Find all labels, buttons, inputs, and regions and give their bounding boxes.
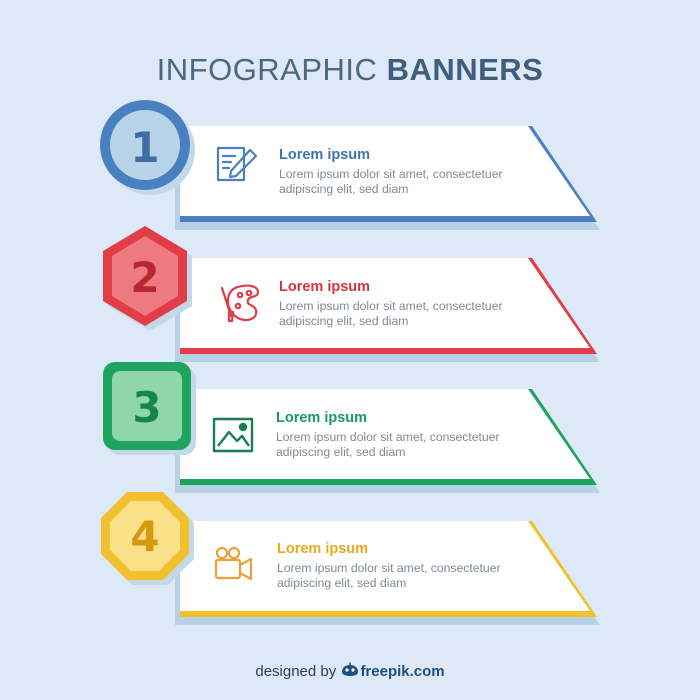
banner-4-text: Lorem ipsum Lorem ipsum dolor sit amet, … xyxy=(277,541,547,591)
designer-credit[interactable]: designed by freepik.com xyxy=(0,662,700,682)
credit-prefix: designed by xyxy=(255,663,337,680)
banner-3-body: Lorem ipsum dolor sit amet, consectetuer… xyxy=(276,430,500,459)
banners-graphic: 1 2 3 4 xyxy=(100,100,600,625)
banner-3-text: Lorem ipsum Lorem ipsum dolor sit amet, … xyxy=(276,410,546,460)
freepik-logo-icon xyxy=(340,662,360,682)
banner-4-body: Lorem ipsum dolor sit amet, consectetuer… xyxy=(277,561,501,590)
banner-2-heading: Lorem ipsum xyxy=(279,279,371,295)
badge-3-number: 3 xyxy=(132,383,161,432)
banner-1-text: Lorem ipsum Lorem ipsum dolor sit amet, … xyxy=(279,147,549,197)
badge-2-number: 2 xyxy=(130,253,159,302)
banner-3-heading: Lorem ipsum xyxy=(276,410,368,426)
badge-1-number: 1 xyxy=(130,123,159,172)
banner-2-text: Lorem ipsum Lorem ipsum dolor sit amet, … xyxy=(279,279,549,329)
banner-4-heading: Lorem ipsum xyxy=(277,541,369,557)
banner-2-body: Lorem ipsum dolor sit amet, consectetuer… xyxy=(279,299,503,328)
banner-1-heading: Lorem ipsum xyxy=(279,147,371,163)
badge-4-number: 4 xyxy=(130,512,159,561)
banner-1-body: Lorem ipsum dolor sit amet, consectetuer… xyxy=(279,167,503,196)
credit-brand[interactable]: freepik.com xyxy=(360,663,444,680)
